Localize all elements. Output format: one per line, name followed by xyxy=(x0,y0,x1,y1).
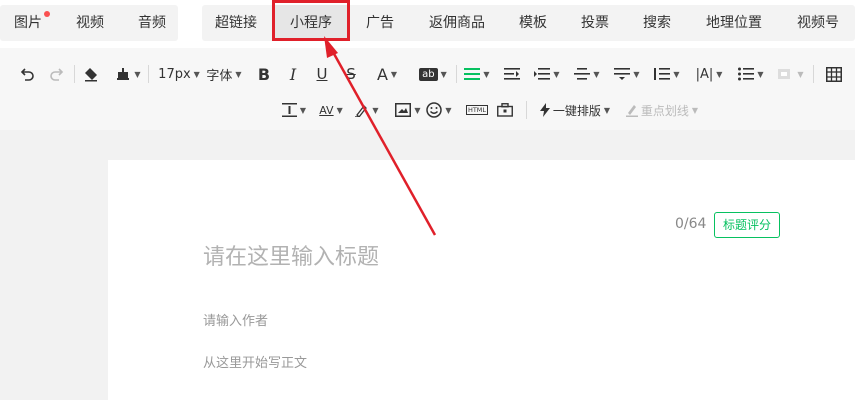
key-underline-dropdown[interactable]: 重点划线 ▼ xyxy=(620,99,704,121)
toolbar-divider xyxy=(74,65,75,83)
tab-video[interactable]: 视频 xyxy=(62,5,118,41)
line-height-icon[interactable]: ▼ xyxy=(612,63,642,85)
tab-template-label: 模板 xyxy=(519,15,547,31)
indent-icon[interactable] xyxy=(502,63,522,85)
tab-rebate-goods[interactable]: 返佣商品 xyxy=(420,5,494,41)
image-insert-icon[interactable]: ▼ xyxy=(392,99,424,121)
tab-ad[interactable]: 广告 xyxy=(354,5,406,41)
format-toolbar: ▼ 17px ▼ 字体 ▼ B I U S A ▼ ab ▼ ▼ ▼ ▼ ▼ ▼ |A|… xyxy=(0,48,855,130)
table-icon[interactable] xyxy=(822,63,846,85)
tab-video-label: 视频 xyxy=(76,15,104,31)
undo-icon[interactable] xyxy=(16,63,38,85)
tab-vote-label: 投票 xyxy=(581,15,609,31)
tab-vote[interactable]: 投票 xyxy=(570,5,620,41)
underline-icon[interactable]: U xyxy=(312,63,332,85)
tab-audio-label: 音频 xyxy=(138,15,166,31)
insert-tab-bar: 图片 视频 音频 超链接 小程序 广告 返佣商品 模板 投票 搜索 地理位置 视… xyxy=(0,0,855,48)
tab-search-label: 搜索 xyxy=(643,15,671,31)
paragraph-spacing-icon[interactable]: ▼ xyxy=(532,63,562,85)
text-width-icon[interactable]: |A| ▼ xyxy=(692,63,726,85)
title-input[interactable] xyxy=(203,240,663,274)
list-icon[interactable]: ▼ xyxy=(736,63,766,85)
tab-hyperlink-label: 超链接 xyxy=(215,15,257,31)
tab-location-label: 地理位置 xyxy=(706,15,762,31)
tab-location[interactable]: 地理位置 xyxy=(694,5,774,41)
toolbar-divider xyxy=(813,65,814,83)
italic-icon[interactable]: I xyxy=(283,63,303,85)
tab-template[interactable]: 模板 xyxy=(508,5,558,41)
tab-channels-label: 视频号 xyxy=(797,15,839,31)
font-size-dropdown[interactable]: 17px ▼ xyxy=(156,63,202,85)
emoji-icon[interactable]: ▼ xyxy=(424,99,454,121)
html-code-label: HTML xyxy=(465,104,489,116)
font-family-dropdown[interactable]: 字体 ▼ xyxy=(206,63,242,85)
key-underline-label: 重点划线 xyxy=(640,103,689,118)
format-painter-icon[interactable]: ▼ xyxy=(113,63,143,85)
tab-image-label: 图片 xyxy=(14,15,42,31)
lightning-icon xyxy=(539,103,550,117)
block-style-icon[interactable]: ▼ xyxy=(776,63,806,85)
tab-search[interactable]: 搜索 xyxy=(632,5,682,41)
tab-channels[interactable]: 视频号 xyxy=(786,5,850,41)
font-family-label: 字体 xyxy=(206,68,233,84)
toolbox-icon[interactable] xyxy=(494,99,516,121)
font-size-value: 17px xyxy=(158,66,191,82)
image-notify-dot xyxy=(44,11,50,17)
align-left-icon[interactable]: ▼ xyxy=(462,63,492,85)
toolbar-divider xyxy=(526,101,527,119)
tab-mini-program[interactable]: 小程序 xyxy=(275,5,347,41)
strikethrough-icon[interactable]: S xyxy=(341,63,361,85)
tab-hyperlink[interactable]: 超链接 xyxy=(204,5,268,41)
toolbar-divider xyxy=(148,65,149,83)
word-spacing-icon[interactable]: AV ▼ xyxy=(316,99,346,121)
font-color-icon[interactable]: A ▼ xyxy=(370,63,404,85)
vertical-align-icon[interactable]: ▼ xyxy=(280,99,308,121)
letter-spacing-icon[interactable]: ▼ xyxy=(652,63,682,85)
html-code-icon[interactable]: HTML xyxy=(464,99,490,121)
body-editor-placeholder[interactable]: 从这里开始写正文 xyxy=(203,352,307,371)
redo-icon[interactable] xyxy=(46,63,68,85)
format-eraser-icon[interactable] xyxy=(80,63,102,85)
title-char-counter: 0/64 xyxy=(675,216,707,232)
text-background-label: ab xyxy=(419,67,438,81)
author-input[interactable] xyxy=(203,310,503,332)
bold-icon[interactable]: B xyxy=(254,63,274,85)
tab-mini-program-label: 小程序 xyxy=(290,15,332,31)
one-click-layout-dropdown[interactable]: 一键排版 ▼ xyxy=(536,99,614,121)
tab-ad-label: 广告 xyxy=(366,15,394,31)
tab-audio[interactable]: 音频 xyxy=(124,5,180,41)
key-underline-icon xyxy=(625,105,638,117)
tab-rebate-goods-label: 返佣商品 xyxy=(429,15,485,31)
align-center-icon[interactable]: ▼ xyxy=(572,63,602,85)
text-background-icon[interactable]: ab ▼ xyxy=(414,63,452,85)
title-score-button[interactable]: 标题评分 xyxy=(714,212,780,238)
toolbar-divider xyxy=(456,65,457,83)
one-click-layout-label: 一键排版 xyxy=(552,103,601,118)
highlighter-icon[interactable]: ▼ xyxy=(354,99,380,121)
